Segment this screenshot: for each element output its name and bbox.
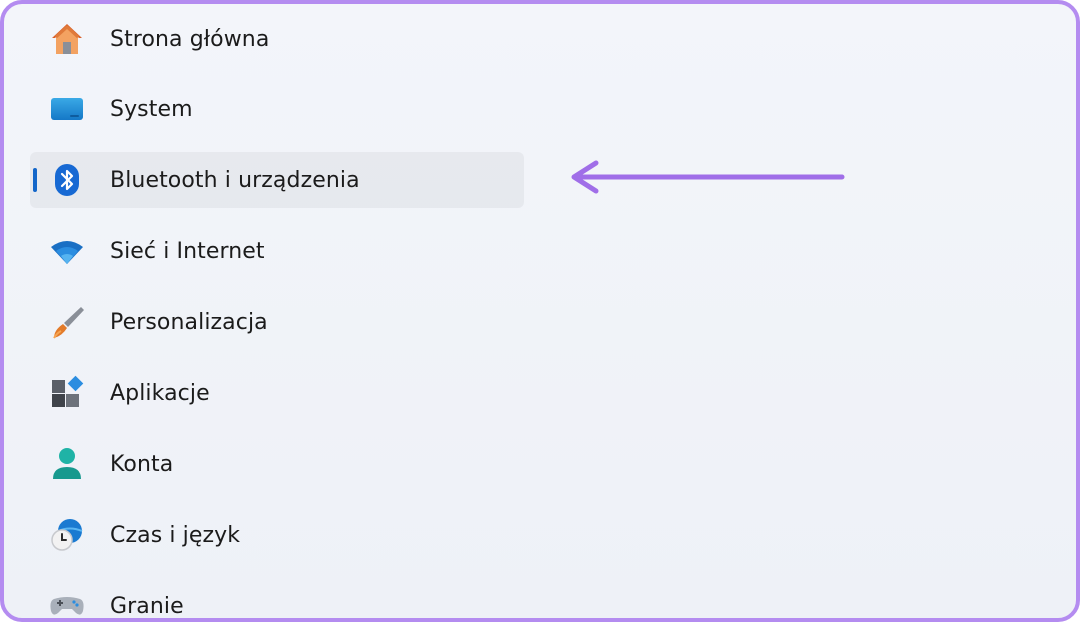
sidebar-item-label: Personalizacja [110,309,268,335]
sidebar-item-label: Sieć i Internet [110,238,265,264]
sidebar-item-label: Aplikacje [110,380,210,406]
selection-indicator [33,168,37,192]
home-icon [48,20,86,58]
sidebar-item-label: Granie [110,593,184,619]
clock-globe-icon [48,516,86,554]
sidebar-item-label: System [110,96,193,122]
person-icon [48,445,86,483]
sidebar-item-home[interactable]: Strona główna [30,11,524,67]
annotation-arrow-icon [571,160,845,194]
sidebar-item-bluetooth-devices[interactable]: Bluetooth i urządzenia [30,152,524,208]
sidebar-item-gaming[interactable]: Granie [30,578,524,619]
apps-icon [48,374,86,412]
bluetooth-icon [48,161,86,199]
sidebar-item-personalization[interactable]: Personalizacja [30,294,524,350]
paintbrush-icon [48,303,86,341]
sidebar-item-time-language[interactable]: Czas i język [30,507,524,563]
sidebar-item-label: Bluetooth i urządzenia [110,167,360,193]
wifi-icon [48,232,86,270]
sidebar-item-accounts[interactable]: Konta [30,436,524,492]
sidebar-item-system[interactable]: System [30,81,524,137]
gamepad-icon [48,587,86,618]
screenshot-frame: Strona główna System Bluetooth i urządze… [0,0,1080,622]
sidebar-item-network[interactable]: Sieć i Internet [30,223,524,279]
sidebar-item-label: Strona główna [110,26,270,52]
settings-sidebar: Strona główna System Bluetooth i urządze… [4,4,544,618]
sidebar-item-apps[interactable]: Aplikacje [30,365,524,421]
monitor-icon [48,90,86,128]
sidebar-item-label: Czas i język [110,522,241,548]
sidebar-item-label: Konta [110,451,174,477]
